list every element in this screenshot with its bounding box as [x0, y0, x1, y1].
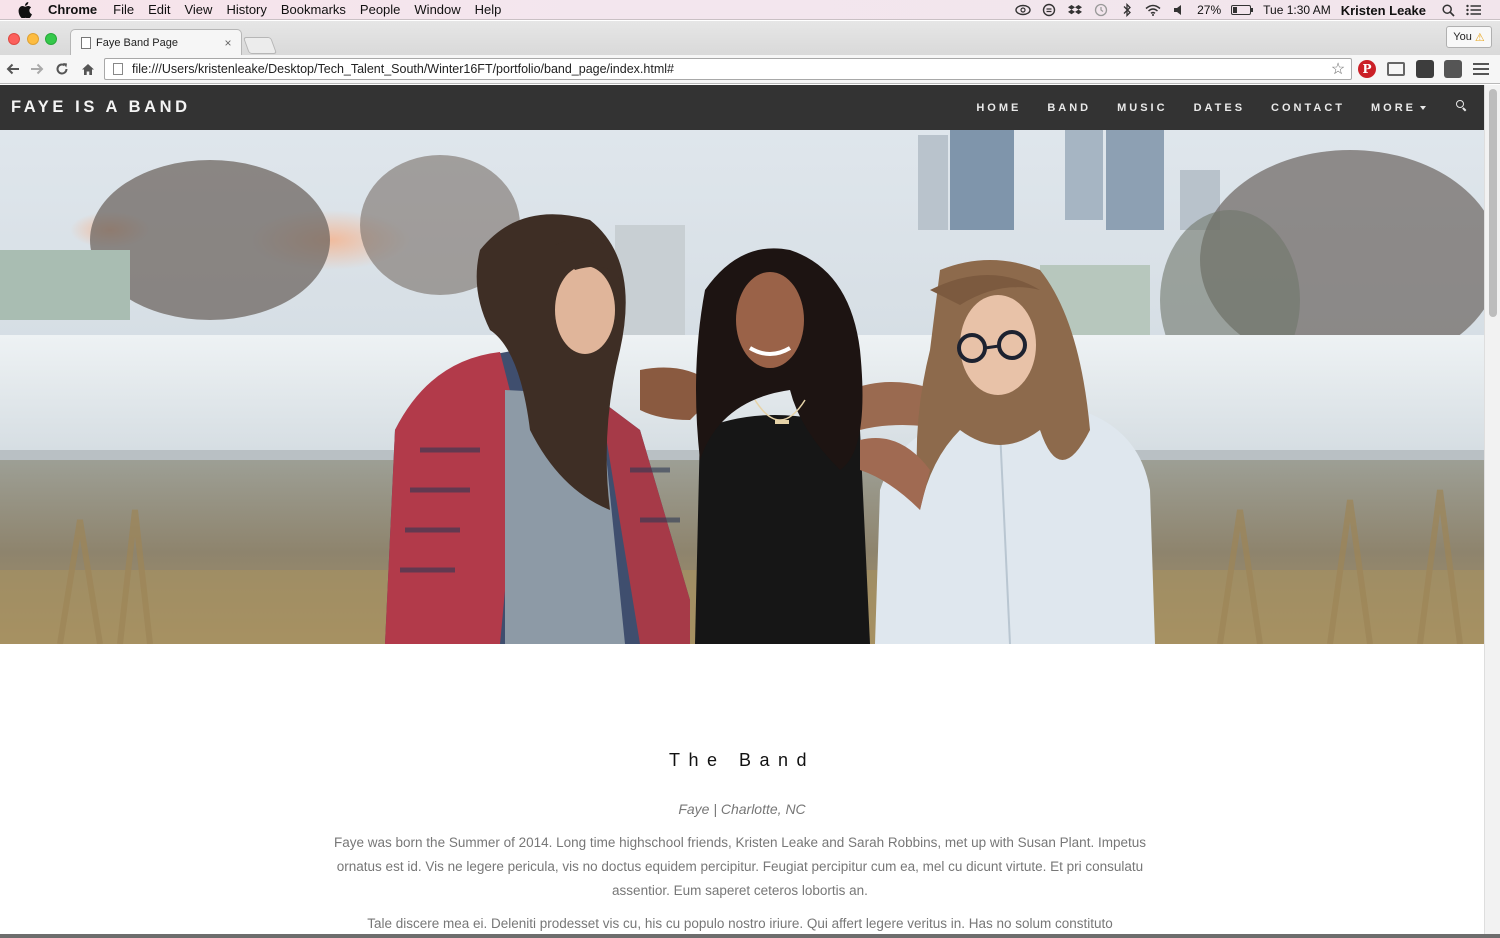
spotlight-icon[interactable] — [1440, 3, 1456, 17]
reload-icon[interactable] — [52, 59, 72, 79]
nav-more-dropdown[interactable]: MORE — [1371, 102, 1426, 114]
chrome-menu-icon[interactable] — [1473, 60, 1489, 78]
creative-cloud-icon[interactable] — [1015, 3, 1031, 17]
dropbox-icon[interactable] — [1067, 3, 1083, 17]
profile-label: You — [1453, 31, 1472, 43]
site-navbar: FAYE IS A BAND HOME BAND MUSIC DATES CON… — [0, 85, 1484, 130]
url-text[interactable]: file:///Users/kristenleake/Desktop/Tech_… — [132, 62, 1328, 76]
browser-toolbar: file:///Users/kristenleake/Desktop/Tech_… — [0, 55, 1500, 84]
macos-menu-bar: Chrome File Edit View History Bookmarks … — [0, 0, 1500, 20]
scrollbar-thumb[interactable] — [1489, 89, 1497, 317]
home-icon[interactable] — [78, 59, 98, 79]
menu-window[interactable]: Window — [414, 2, 460, 17]
nav-music[interactable]: MUSIC — [1117, 102, 1167, 114]
profile-button[interactable]: You ⚠ — [1446, 26, 1492, 48]
new-tab-button[interactable] — [242, 37, 278, 54]
nav-links: HOME BAND MUSIC DATES CONTACT MORE — [976, 85, 1484, 130]
bluetooth-icon[interactable] — [1119, 3, 1135, 17]
menu-view[interactable]: View — [184, 2, 212, 17]
apple-menu-icon[interactable] — [18, 1, 32, 19]
menu-file[interactable]: File — [113, 2, 134, 17]
cast-extension-icon[interactable] — [1387, 62, 1405, 76]
menu-edit[interactable]: Edit — [148, 2, 170, 17]
browser-tab-active[interactable]: Faye Band Page × — [70, 29, 242, 56]
time-machine-icon[interactable] — [1093, 3, 1109, 17]
menu-bookmarks[interactable]: Bookmarks — [281, 2, 346, 17]
browser-tab-strip: Faye Band Page × You ⚠ — [0, 21, 1500, 56]
band-paragraph-1: Faye was born the Summer of 2014. Long t… — [334, 835, 1146, 898]
nav-contact[interactable]: CONTACT — [1271, 102, 1345, 114]
window-zoom-button[interactable] — [45, 33, 57, 45]
menu-help[interactable]: Help — [475, 2, 502, 17]
band-section: The Band Faye | Charlotte, NC Faye was b… — [0, 644, 1484, 938]
page-scrollbar[interactable] — [1484, 85, 1500, 938]
search-icon[interactable] — [1456, 99, 1468, 112]
site-brand[interactable]: FAYE IS A BAND — [11, 98, 191, 117]
forward-arrow-icon[interactable] — [27, 59, 47, 79]
nav-more-label: MORE — [1371, 101, 1416, 114]
sync-icon[interactable] — [1041, 3, 1057, 17]
bookmark-star-icon[interactable]: ☆ — [1328, 59, 1348, 79]
menu-history[interactable]: History — [226, 2, 266, 17]
battery-percent: 27% — [1197, 3, 1222, 17]
wifi-icon[interactable] — [1145, 3, 1161, 17]
hero-image — [0, 130, 1484, 644]
battery-icon[interactable] — [1231, 5, 1254, 15]
caret-down-icon — [1420, 105, 1426, 110]
window-close-button[interactable] — [8, 33, 20, 45]
tab-close-icon[interactable]: × — [221, 36, 235, 50]
menu-app-chrome[interactable]: Chrome — [48, 2, 97, 17]
nav-home[interactable]: HOME — [976, 102, 1021, 114]
page-favicon-icon — [81, 37, 91, 49]
window-bottom-edge — [0, 934, 1500, 938]
page-info-icon[interactable] — [113, 63, 123, 75]
pinterest-extension-icon[interactable]: P — [1358, 60, 1376, 78]
tab-title: Faye Band Page — [96, 37, 178, 49]
nav-dates[interactable]: DATES — [1194, 102, 1245, 114]
volume-icon[interactable] — [1171, 3, 1187, 17]
nav-band[interactable]: BAND — [1047, 102, 1091, 114]
back-arrow-icon[interactable] — [3, 59, 23, 79]
section-title: The Band — [668, 750, 816, 770]
notification-center-icon[interactable] — [1466, 3, 1482, 17]
window-minimize-button[interactable] — [27, 33, 39, 45]
warning-icon: ⚠ — [1474, 31, 1485, 44]
address-bar[interactable]: file:///Users/kristenleake/Desktop/Tech_… — [104, 58, 1352, 80]
user-name[interactable]: Kristen Leake — [1341, 3, 1426, 18]
menu-people[interactable]: People — [360, 2, 400, 17]
clock[interactable]: Tue 1:30 AM — [1263, 3, 1331, 17]
section-subtitle: Faye | Charlotte, NC — [678, 801, 806, 817]
extension-icon[interactable] — [1416, 60, 1434, 78]
extension-icon-2[interactable] — [1444, 60, 1462, 78]
